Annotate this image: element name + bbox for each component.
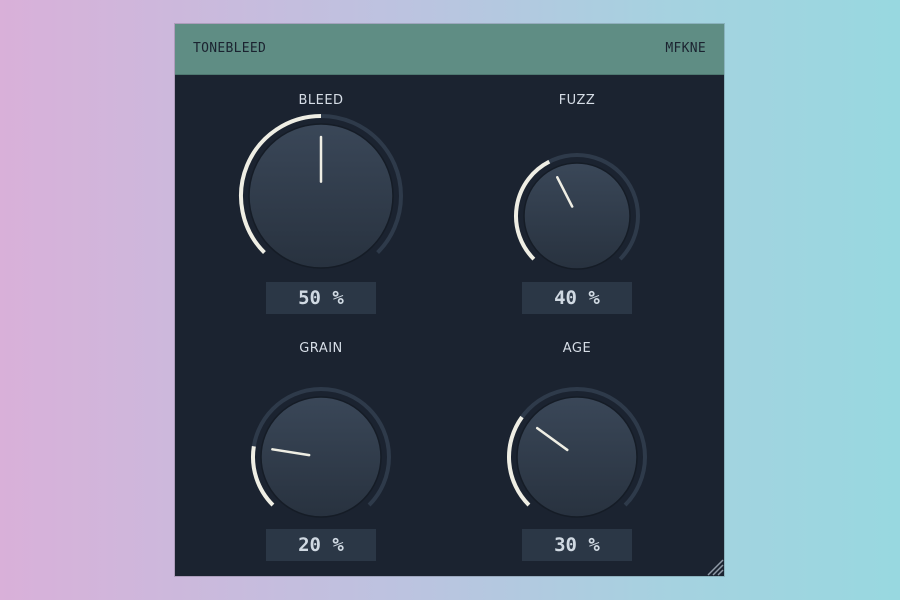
value-display-age[interactable]: 30 %	[522, 529, 632, 561]
knob-fuzz[interactable]	[457, 24, 697, 304]
knob-grain[interactable]	[201, 272, 441, 552]
plugin-window: TONEBLEED MFKNE BLEED 50 % FUZZ 40 % GRA…	[175, 24, 724, 576]
value-display-grain[interactable]: 20 %	[266, 529, 376, 561]
resize-grip-icon[interactable]	[702, 554, 724, 576]
knob-body	[260, 396, 382, 518]
knob-bleed[interactable]	[201, 24, 441, 304]
knob-body	[516, 396, 638, 518]
knob-age[interactable]	[457, 272, 697, 552]
knob-body	[523, 162, 631, 270]
